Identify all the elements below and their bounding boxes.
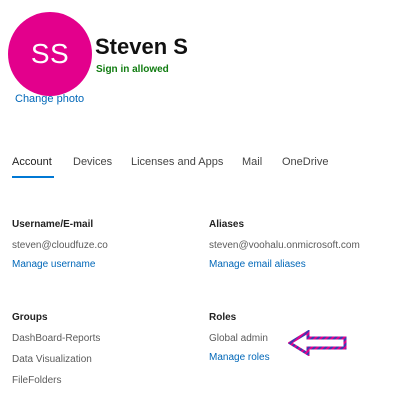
username-label: Username/E-mail <box>12 219 94 230</box>
active-tab-indicator <box>12 176 54 178</box>
tab-onedrive[interactable]: OneDrive <box>282 156 328 168</box>
group-item: DashBoard-Reports <box>12 333 101 344</box>
roles-value: Global admin <box>209 333 268 344</box>
avatar: SS <box>8 12 92 96</box>
avatar-initials: SS <box>30 38 70 69</box>
roles-label: Roles <box>209 312 237 323</box>
manage-roles-link[interactable]: Manage roles <box>209 352 270 363</box>
aliases-label: Aliases <box>209 219 245 230</box>
aliases-value: steven@voohalu.onmicrosoft.com <box>209 240 360 251</box>
arrow-left-icon <box>288 330 347 356</box>
tab-devices[interactable]: Devices <box>73 156 112 168</box>
tab-licenses-and-apps[interactable]: Licenses and Apps <box>131 156 223 168</box>
change-photo-link[interactable]: Change photo <box>15 93 84 105</box>
signin-status: Sign in allowed <box>96 64 169 75</box>
group-item: Data Visualization <box>12 354 92 365</box>
tab-account[interactable]: Account <box>12 156 52 168</box>
username-value: steven@cloudfuze.co <box>12 240 108 251</box>
manage-username-link[interactable]: Manage username <box>12 259 95 270</box>
user-name: Steven S <box>95 34 188 59</box>
tab-mail[interactable]: Mail <box>242 156 262 168</box>
group-item: FileFolders <box>12 375 62 386</box>
manage-email-aliases-link[interactable]: Manage email aliases <box>209 259 306 270</box>
groups-label: Groups <box>12 312 48 323</box>
